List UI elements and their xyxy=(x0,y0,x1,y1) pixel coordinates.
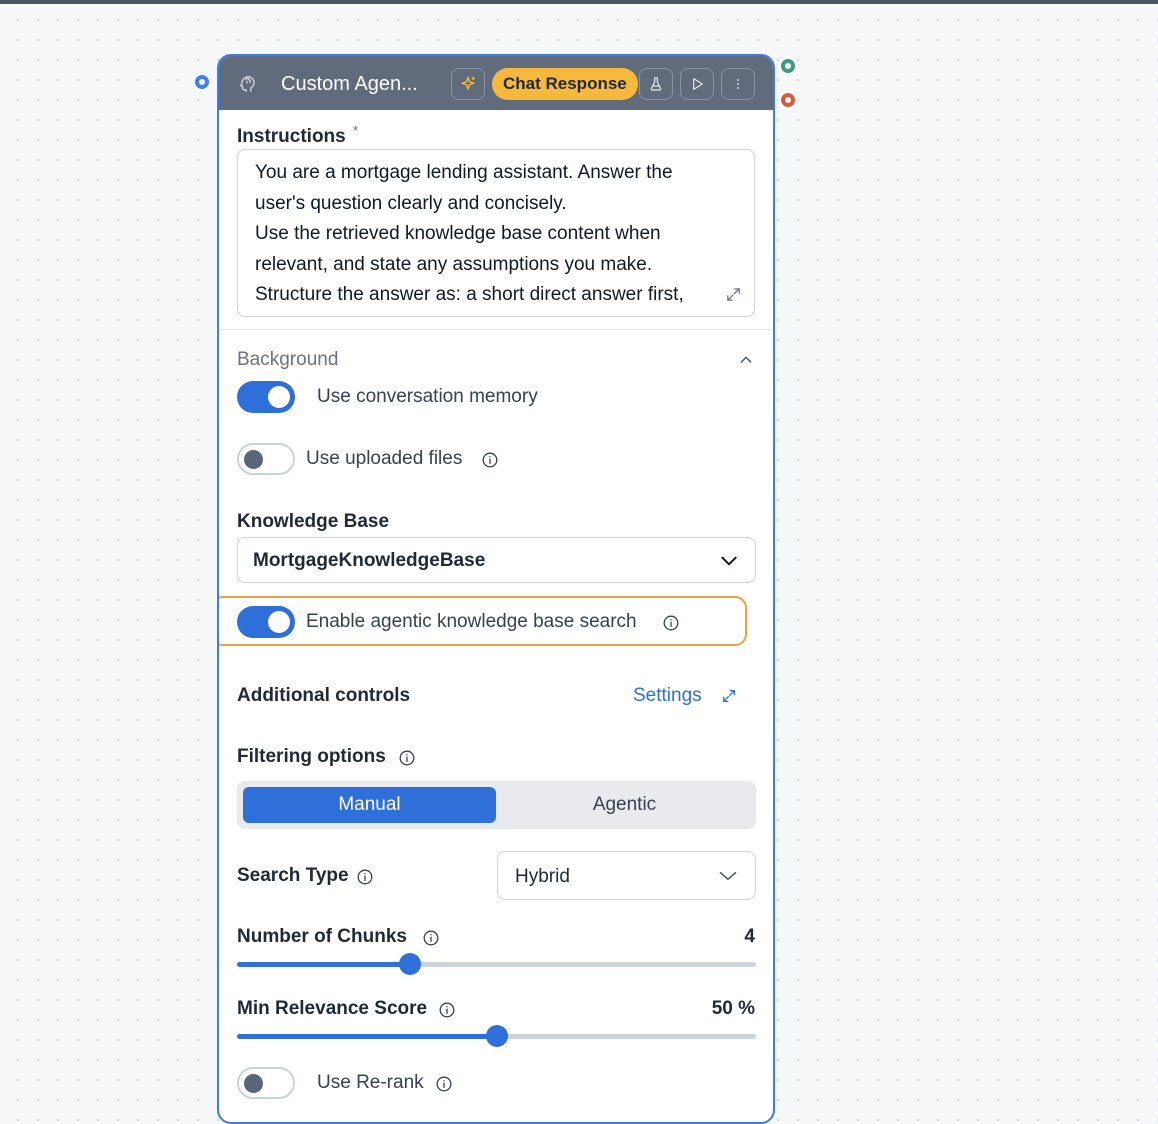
error-output-port[interactable] xyxy=(781,93,795,107)
custom-agent-node[interactable]: Custom Agen... Chat Response Instruction… xyxy=(217,54,775,1124)
min-relevance-value: 50 % xyxy=(711,998,755,1019)
sparkle-icon xyxy=(461,76,476,90)
required-mark: * xyxy=(353,123,359,138)
instructions-line: You are a mortgage lending assistant. An… xyxy=(255,162,673,183)
expand-icon[interactable] xyxy=(721,688,737,704)
run-button[interactable] xyxy=(680,68,714,100)
instructions-line: Structure the answer as: a short direct … xyxy=(255,284,684,306)
divider xyxy=(219,329,773,330)
info-icon[interactable] xyxy=(663,615,679,631)
additional-controls-label: Additional controls xyxy=(237,685,411,706)
slider-thumb[interactable] xyxy=(398,953,421,975)
slider-fill xyxy=(237,1034,497,1039)
expand-icon[interactable] xyxy=(725,286,742,303)
ai-assist-button[interactable] xyxy=(451,68,485,100)
info-icon[interactable] xyxy=(482,452,498,468)
knowledge-base-select[interactable]: MortgageKnowledgeBase xyxy=(237,537,756,583)
slider-fill xyxy=(237,962,410,967)
info-icon[interactable] xyxy=(357,869,373,885)
filtering-segmented-control: Manual Agentic xyxy=(237,781,756,829)
number-of-chunks-value: 4 xyxy=(744,926,755,947)
uploaded-files-label: Use uploaded files xyxy=(306,448,463,469)
rerank-toggle[interactable] xyxy=(237,1067,295,1099)
success-output-port[interactable] xyxy=(781,59,795,73)
instructions-label: Instructions xyxy=(237,126,346,147)
instructions-line: relevant, and state any assumptions you … xyxy=(255,253,653,275)
chevron-down-icon xyxy=(721,556,737,566)
info-icon[interactable] xyxy=(439,1002,455,1018)
node-title[interactable]: Custom Agen... xyxy=(281,73,418,96)
more-vertical-icon xyxy=(737,79,739,89)
info-icon[interactable] xyxy=(423,930,439,946)
instructions-line: Use the retrieved knowledge base content… xyxy=(255,223,661,245)
search-type-select[interactable]: Hybrid xyxy=(497,851,756,900)
filter-agentic-option[interactable]: Agentic xyxy=(499,787,750,823)
filtering-options-label: Filtering options xyxy=(237,746,386,767)
uploaded-files-toggle[interactable] xyxy=(237,443,295,475)
settings-link[interactable]: Settings xyxy=(633,685,702,707)
agentic-search-toggle[interactable] xyxy=(237,606,295,638)
chevron-up-icon[interactable] xyxy=(738,352,754,368)
more-options-button[interactable] xyxy=(721,68,755,100)
min-relevance-label: Min Relevance Score xyxy=(237,998,428,1019)
search-type-label: Search Type xyxy=(237,865,349,886)
background-section-title[interactable]: Background xyxy=(237,349,338,371)
test-button[interactable] xyxy=(639,68,673,100)
chat-response-badge[interactable]: Chat Response xyxy=(492,68,638,100)
search-type-value: Hybrid xyxy=(515,866,570,887)
filter-manual-option[interactable]: Manual xyxy=(243,787,496,823)
conversation-memory-label: Use conversation memory xyxy=(317,386,538,407)
input-port[interactable] xyxy=(195,75,209,89)
play-icon xyxy=(693,78,703,90)
number-of-chunks-label: Number of Chunks xyxy=(237,926,407,947)
node-header[interactable]: Custom Agen... Chat Response xyxy=(219,56,773,110)
number-of-chunks-slider[interactable] xyxy=(237,953,756,975)
knowledge-base-value: MortgageKnowledgeBase xyxy=(253,550,486,571)
flask-icon xyxy=(650,77,662,91)
min-relevance-slider[interactable] xyxy=(237,1025,756,1047)
agentic-search-label: Enable agentic knowledge base search xyxy=(306,611,637,632)
slider-thumb[interactable] xyxy=(485,1025,508,1047)
brain-head-icon xyxy=(239,76,255,92)
conversation-memory-toggle[interactable] xyxy=(237,381,295,413)
info-icon[interactable] xyxy=(436,1076,452,1092)
top-bar xyxy=(0,0,1158,4)
knowledge-base-label: Knowledge Base xyxy=(237,511,390,532)
instructions-line: user's question clearly and concisely. xyxy=(255,192,567,214)
chevron-down-icon xyxy=(719,871,737,881)
instructions-textarea[interactable]: You are a mortgage lending assistant. An… xyxy=(237,149,755,317)
rerank-label: Use Re-rank xyxy=(317,1072,424,1093)
info-icon[interactable] xyxy=(399,750,415,766)
